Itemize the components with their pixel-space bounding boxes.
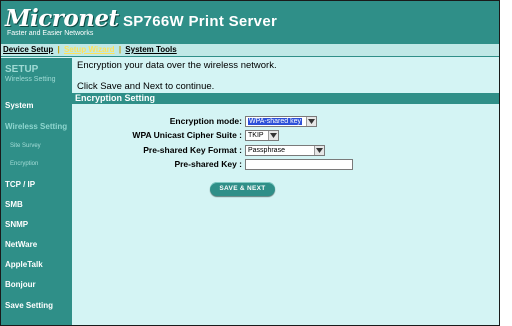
encryption-mode-label: Encryption mode: [169,116,242,126]
sidebar-setup-heading: SETUP Wireless Setting [5,64,71,84]
encryption-mode-select[interactable]: WPA-shared key [245,116,317,127]
nav-separator: | [118,45,122,54]
sidebar-setup-subtitle: Wireless Setting [5,76,56,83]
sidebar-item-tcp-ip[interactable]: TCP / IP [5,180,35,189]
section-title: Encryption Setting [75,93,156,103]
sidebar-item-snmp[interactable]: SNMP [5,220,28,229]
intro-text: Encryption your data over the wireless n… [77,60,277,71]
nav-system-tools[interactable]: System Tools [125,45,176,54]
sidebar-item-wireless-setting[interactable]: Wireless Setting [5,122,67,131]
top-navigation: Device Setup | Setup Wizard | System Too… [1,44,499,57]
sidebar-item-smb[interactable]: SMB [5,200,23,209]
section-header: Encryption Setting [72,93,499,104]
cipher-suite-label: WPA Unicast Cipher Suite : [132,130,242,140]
main-content: Encryption your data over the wireless n… [72,58,499,325]
product-title: SP766W Print Server [123,13,278,30]
chevron-down-icon [314,146,324,155]
key-format-value: Passphrase [248,147,285,154]
chevron-down-icon [306,117,316,126]
save-and-next-button[interactable]: SAVE & NEXT [210,182,275,196]
preshared-key-label: Pre-shared Key : [174,159,242,169]
micronet-logo: Micronet Faster and Easier Networks [5,5,119,40]
logo-wordmark: Micronet [5,5,119,32]
sidebar-item-netware[interactable]: NetWare [5,240,37,249]
sidebar-setup-title: SETUP [5,64,39,75]
nav-device-setup[interactable]: Device Setup [3,45,53,54]
nav-separator: | [57,45,60,54]
logo-tagline: Faster and Easier Networks [7,30,94,37]
cipher-suite-select[interactable]: TKIP [245,130,279,141]
sidebar-subitem-encryption[interactable]: Encryption [10,161,38,167]
preshared-key-input[interactable] [245,159,353,170]
sidebar-item-appletalk[interactable]: AppleTalk [5,260,43,269]
sidebar: SETUP Wireless Setting System Wireless S… [1,58,72,325]
sidebar-item-save-setting[interactable]: Save Setting [5,301,53,310]
sidebar-subitem-site-survey[interactable]: Site Survey [10,143,41,149]
sidebar-item-bonjour[interactable]: Bonjour [5,280,36,289]
app-window: Micronet Faster and Easier Networks SP76… [0,0,500,326]
instruction-text: Click Save and Next to continue. [77,81,215,92]
header-bar: Micronet Faster and Easier Networks SP76… [1,1,499,44]
cipher-suite-value: TKIP [248,132,264,139]
key-format-label: Pre-shared Key Format : [143,145,242,155]
chevron-down-icon [268,131,278,140]
key-format-select[interactable]: Passphrase [245,145,325,156]
sidebar-item-system[interactable]: System [5,101,33,110]
encryption-mode-value: WPA-shared key [248,118,302,125]
nav-setup-wizard[interactable]: Setup Wizard [64,45,115,54]
